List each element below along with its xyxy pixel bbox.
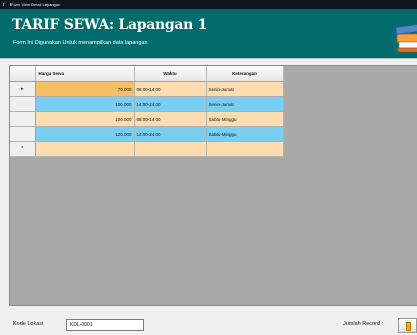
row-selector[interactable] [10, 96, 36, 112]
grid-header-row: Harga Sewa Waktu Keterangan [10, 66, 284, 82]
table-row[interactable]: 100.000 14:00-24:00 Senin-Jumat [10, 96, 284, 112]
row-header-corner[interactable] [10, 66, 36, 82]
new-row-indicator[interactable]: * [10, 141, 36, 157]
new-row[interactable]: * [10, 141, 284, 157]
tarif-table: Harga Sewa Waktu Keterangan ▸ 70.000 08:… [10, 66, 284, 157]
row-selector[interactable] [10, 111, 36, 127]
table-row[interactable]: 100.000 08:00-14:00 Sabtu-Minggu [10, 111, 284, 127]
cell-keterangan[interactable]: Senin-Jumat [206, 81, 284, 97]
cell-keterangan[interactable]: Sabtu-Minggu [206, 126, 284, 142]
jumlah-record-label: Jumlah Record : [343, 321, 384, 327]
table-row[interactable]: 120.000 14:00-24:00 Sabtu-Minggu [10, 126, 284, 142]
kode-lokasi-field[interactable]: KDL-0001 [66, 319, 144, 331]
column-header-waktu[interactable]: Waktu [134, 66, 207, 82]
window-titlebar[interactable]: Form View Detail Lapangan [0, 0, 417, 9]
books-stack-icon [395, 24, 417, 53]
footer-bar: Kode Lokasi KDL-0001 Jumlah Record : [0, 314, 417, 335]
cell-harga-sewa[interactable]: 120.000 [35, 126, 135, 142]
cell-waktu[interactable]: 08:00-14:00 [134, 111, 207, 127]
window-title: Form View Detail Lapangan [11, 2, 61, 7]
window-menu-icon[interactable] [3, 3, 11, 6]
cell-waktu-new[interactable] [134, 141, 207, 157]
page-subtitle: Form Ini Digunakan Untuk menampilkan dat… [13, 40, 148, 46]
record-count-icon [398, 318, 417, 333]
cell-harga-sewa[interactable]: 100.000 [35, 96, 135, 112]
cell-keterangan-new[interactable] [206, 141, 284, 157]
cell-keterangan[interactable]: Senin-Jumat [206, 96, 284, 112]
cell-waktu[interactable]: 14:00-24:00 [134, 126, 207, 142]
column-header-harga-sewa[interactable]: Harga Sewa [35, 66, 135, 82]
form-window: Form View Detail Lapangan TARIF SEWA: La… [0, 0, 417, 335]
cell-waktu[interactable]: 08:00-14:00 [134, 81, 207, 97]
column-header-keterangan[interactable]: Keterangan [206, 66, 284, 82]
row-selector[interactable]: ▸ [10, 81, 36, 97]
tarif-data-grid[interactable]: Harga Sewa Waktu Keterangan ▸ 70.000 08:… [9, 65, 417, 306]
row-selector[interactable] [10, 126, 36, 142]
header-divider [0, 58, 417, 59]
page-title: TARIF SEWA: Lapangan 1 [12, 17, 208, 33]
kode-lokasi-label: Kode Lokasi [13, 321, 44, 327]
header-banner: TARIF SEWA: Lapangan 1 Form Ini Digunaka… [0, 9, 417, 58]
table-row[interactable]: ▸ 70.000 08:00-14:00 Senin-Jumat [10, 81, 284, 97]
cell-harga-sewa[interactable]: 100.000 [35, 111, 135, 127]
cell-harga-sewa[interactable]: 70.000 [35, 81, 135, 97]
cell-harga-sewa-new[interactable] [35, 141, 135, 157]
cell-waktu[interactable]: 14:00-24:00 [134, 96, 207, 112]
cell-keterangan[interactable]: Sabtu-Minggu [206, 111, 284, 127]
